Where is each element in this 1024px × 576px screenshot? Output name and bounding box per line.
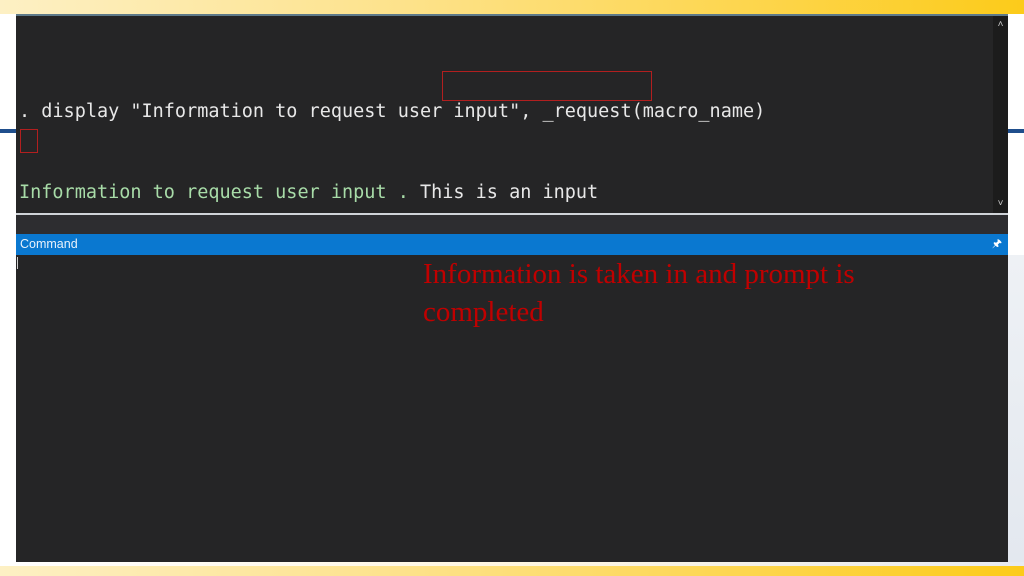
slide-top-band (0, 0, 1024, 14)
command-panel-title: Command (20, 237, 78, 251)
chevron-up-icon[interactable]: ˄ (993, 18, 1008, 32)
slide-background-decoration (1008, 255, 1024, 562)
slide-accent-line-left (0, 129, 16, 133)
annotation-text: Information is taken in and prompt is co… (423, 258, 855, 328)
prompt-highlight (20, 129, 38, 153)
chevron-down-icon[interactable]: ˅ (993, 197, 1008, 211)
user-input-text: This is an input (419, 182, 599, 203)
command-panel-header: Command 🖈︎ (16, 234, 1008, 255)
text-caret (17, 257, 18, 269)
output-line: Information to request user input . This… (19, 179, 990, 206)
command-echo-line: . display "Information to request user i… (19, 101, 766, 122)
user-input-highlight (442, 71, 652, 101)
slide-accent-line-right (1008, 129, 1024, 133)
prompt-text: Information to request user input . (19, 182, 409, 203)
slide-bottom-band (0, 566, 1024, 576)
results-scrollbar[interactable]: ˄ ˅ (993, 16, 1008, 213)
pane-gap (16, 215, 1008, 234)
results-window: . display "Information to request user i… (16, 14, 1008, 365)
pin-icon[interactable]: 🖈︎ (992, 234, 1002, 255)
command-input-pane[interactable]: Information is taken in and prompt is co… (16, 255, 1008, 562)
